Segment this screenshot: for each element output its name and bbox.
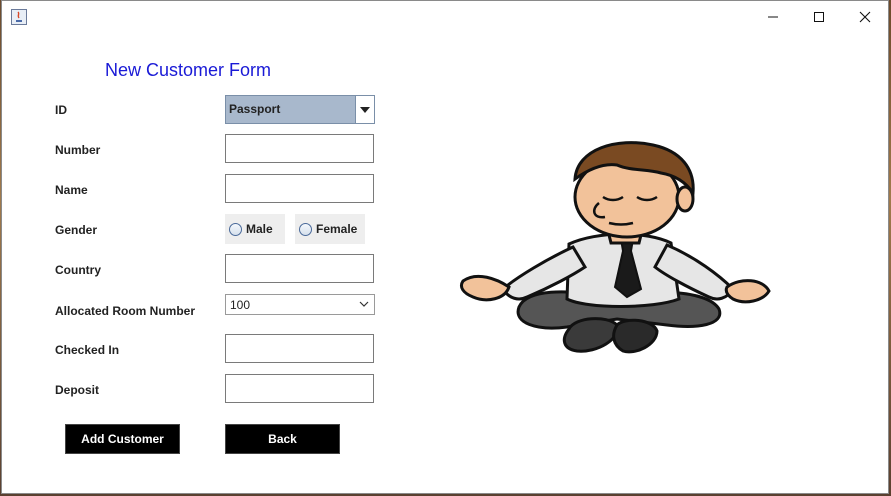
form-title: New Customer Form [105,60,272,80]
checked-in-field[interactable] [225,334,374,363]
title-bar [2,1,888,33]
add-customer-button[interactable]: Add Customer [65,424,180,454]
country-field[interactable] [225,254,374,283]
maximize-icon [814,12,824,22]
java-icon [11,9,27,25]
maximize-button[interactable] [796,1,842,33]
back-button[interactable]: Back [225,424,340,454]
combobox-arrow[interactable] [355,96,374,123]
minimize-icon [768,16,778,18]
room-label: Allocated Room Number [55,304,196,318]
gender-female-radio[interactable]: Female [295,214,365,244]
meditating-man-illustration [459,141,771,354]
deposit-field[interactable] [225,374,374,403]
chevron-down-icon [359,301,369,307]
id-label: ID [55,103,67,117]
room-number-select[interactable]: 100 [225,294,375,315]
female-label: Female [316,222,358,236]
deposit-label: Deposit [55,383,100,397]
male-label: Male [246,222,273,236]
close-icon [859,11,871,23]
country-label: Country [55,263,101,277]
name-field[interactable] [225,174,374,203]
minimize-button[interactable] [750,1,796,33]
id-type-combobox[interactable]: Passport [225,95,375,124]
customer-form-window: New Customer Form ID Passport Number Nam… [1,0,889,494]
id-type-value: Passport [229,102,281,116]
gender-label: Gender [55,223,98,237]
number-label: Number [55,143,101,157]
triangle-down-icon [360,106,370,113]
gender-male-radio[interactable]: Male [225,214,285,244]
close-button[interactable] [842,1,888,33]
radio-circle-icon [299,222,312,236]
checked-in-label: Checked In [55,343,120,357]
room-number-value: 100 [230,298,251,312]
number-field[interactable] [225,134,374,163]
radio-circle-icon [229,222,242,236]
name-label: Name [55,183,88,197]
